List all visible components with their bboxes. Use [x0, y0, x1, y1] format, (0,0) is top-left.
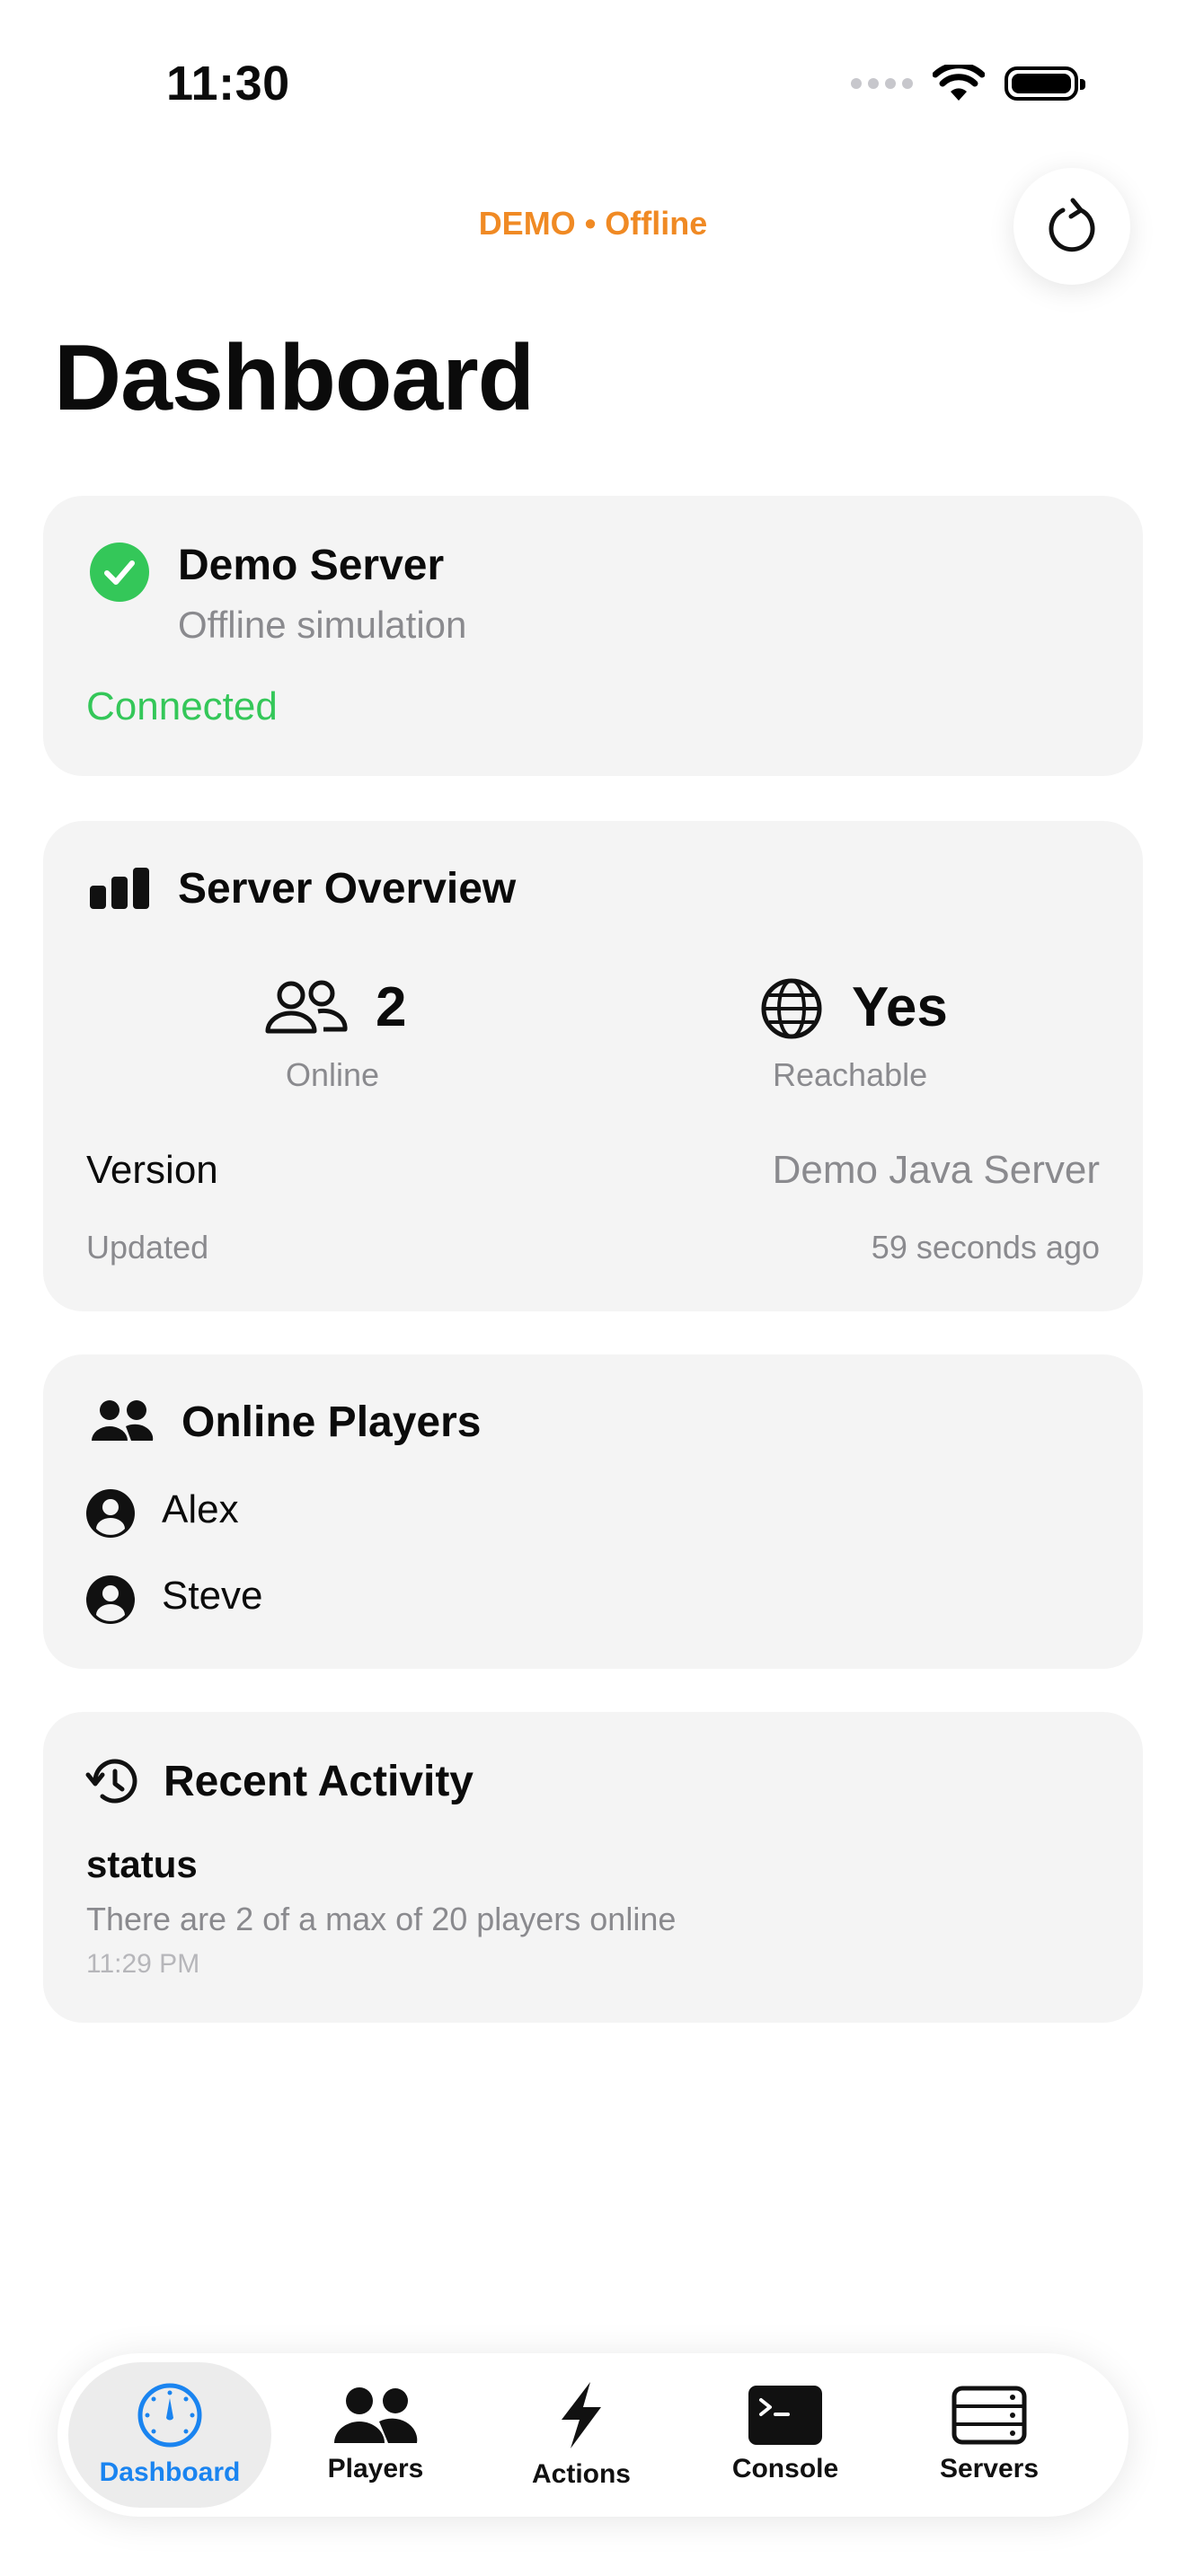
connection-status: Connected [86, 684, 278, 728]
tab-servers[interactable]: Servers [888, 2362, 1091, 2508]
status-time: 11:30 [166, 57, 290, 110]
activity-title: Recent Activity [164, 1758, 474, 1805]
player-row[interactable]: Steve [86, 1568, 1100, 1631]
checkmark-circle-icon [90, 543, 149, 602]
updated-value: 59 seconds ago [871, 1229, 1100, 1266]
battery-icon [1005, 66, 1085, 101]
server-overview-card: Server Overview 2 Online Yes Reachable V… [43, 821, 1143, 1311]
tab-label: Actions [531, 2459, 631, 2489]
activity-command: status [86, 1843, 198, 1885]
status-icons [851, 65, 1085, 102]
tab-players[interactable]: Players [274, 2362, 477, 2508]
players-title: Online Players [181, 1398, 482, 1446]
bar-chart-icon [90, 868, 149, 909]
version-value: Demo Java Server [772, 1148, 1100, 1192]
tab-label: Players [327, 2454, 424, 2483]
people-icon [334, 2387, 418, 2443]
online-players-card: Online Players Alex Steve [43, 1354, 1143, 1669]
history-icon [85, 1759, 137, 1804]
player-name: Steve [162, 1574, 263, 1618]
tab-dashboard[interactable]: Dashboard [68, 2362, 271, 2508]
activity-entry[interactable]: status There are 2 of a max of 20 player… [86, 1843, 1100, 2005]
reachable-value: Yes [852, 976, 948, 1038]
activity-output: There are 2 of a max of 20 players onlin… [86, 1901, 677, 1937]
tab-console[interactable]: Console [684, 2362, 887, 2508]
wifi-icon [933, 65, 985, 101]
person-circle-icon [86, 1575, 135, 1624]
page-title: Dashboard [54, 326, 535, 430]
version-label: Version [86, 1148, 218, 1192]
person-circle-icon [86, 1489, 135, 1538]
tab-label: Console [731, 2454, 839, 2483]
refresh-icon [1049, 198, 1095, 252]
online-label: Online [286, 1056, 380, 1093]
player-name: Alex [162, 1487, 239, 1531]
people-icon [92, 1400, 154, 1441]
server-rack-icon [951, 2386, 1027, 2445]
recent-activity-card: Recent Activity status There are 2 of a … [43, 1712, 1143, 2023]
activity-time: 11:29 PM [86, 1949, 200, 1979]
bolt-icon [562, 2382, 601, 2448]
online-count: 2 [376, 976, 407, 1038]
player-row[interactable]: Alex [86, 1482, 1100, 1545]
cellular-icon [851, 78, 913, 89]
tab-label: Dashboard [99, 2457, 241, 2487]
reachable-label: Reachable [773, 1056, 928, 1093]
tab-label: Servers [939, 2454, 1040, 2483]
globe-icon [761, 978, 822, 1039]
people-outline-icon [265, 980, 348, 1034]
server-name: Demo Server [178, 542, 445, 589]
refresh-button[interactable] [1013, 168, 1130, 285]
overview-title: Server Overview [178, 865, 517, 913]
server-status-card[interactable]: Demo Server Offline simulation Connected [43, 496, 1143, 776]
updated-label: Updated [86, 1229, 209, 1266]
tab-actions[interactable]: Actions [480, 2362, 683, 2508]
tab-bar: Dashboard Players Actions Console Server… [58, 2353, 1128, 2517]
terminal-icon [748, 2386, 822, 2445]
server-subtitle: Offline simulation [178, 604, 467, 646]
mode-label: DEMO • Offline [478, 205, 708, 242]
gauge-icon [137, 2383, 202, 2448]
